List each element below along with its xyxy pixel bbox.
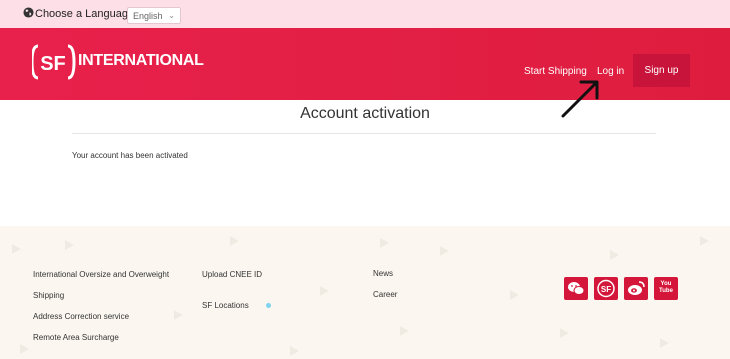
footer-link-address-correction[interactable]: Address Correction service [33,312,129,321]
site-header: SF INTERNATIONAL Start Shipping Log in S… [0,28,730,100]
chevron-down-icon: ⌄ [168,11,175,20]
decor-triangle [380,238,389,248]
language-bar: Choose a Language: English ⌄ [0,0,730,28]
footer-link-remote-area[interactable]: Remote Area Surcharge [33,333,119,342]
language-select-value: English [133,11,163,21]
globe-icon [23,7,34,18]
location-dot [266,303,271,308]
decor-triangle [440,246,449,256]
decor-triangle [700,236,709,246]
page-title: Account activation [300,105,430,122]
sf-icon[interactable]: SF [594,277,618,300]
decor-triangle [400,326,409,336]
wechat-icon[interactable] [564,277,588,300]
decor-triangle [290,346,299,356]
site-footer: International Oversize and Overweight Sh… [0,226,730,359]
title-divider [72,133,656,134]
footer-link-upload-cnee[interactable]: Upload CNEE ID [202,270,262,279]
activation-message: Your account has been activated [72,151,188,160]
footer-link-news[interactable]: News [373,269,393,278]
language-label: Choose a Language: [35,8,138,20]
decor-triangle [510,290,519,300]
footer-link-sf-locations[interactable]: SF Locations [202,301,249,310]
footer-link-oversize[interactable]: International Oversize and Overweight [33,270,169,279]
youtube-text: You Tube [659,281,673,294]
language-select[interactable]: English ⌄ [127,7,181,24]
decor-triangle [560,328,569,338]
weibo-icon[interactable] [624,277,648,300]
logo-badge: SF [40,53,66,75]
footer-link-career[interactable]: Career [373,290,397,299]
decor-triangle [230,236,239,246]
youtube-icon[interactable]: You Tube [654,277,678,300]
decor-triangle [65,240,74,250]
decor-triangle [320,286,329,296]
footer-link-shipping[interactable]: Shipping [33,291,64,300]
decor-triangle [20,344,29,354]
logo-text: INTERNATIONAL [78,52,204,69]
decor-triangle [174,310,183,320]
decor-triangle [660,338,669,348]
sf-icon-badge: SF [601,285,611,294]
sign-up-button[interactable]: Sign up [633,54,690,87]
decor-triangle [610,250,619,260]
decor-triangle [12,244,21,254]
